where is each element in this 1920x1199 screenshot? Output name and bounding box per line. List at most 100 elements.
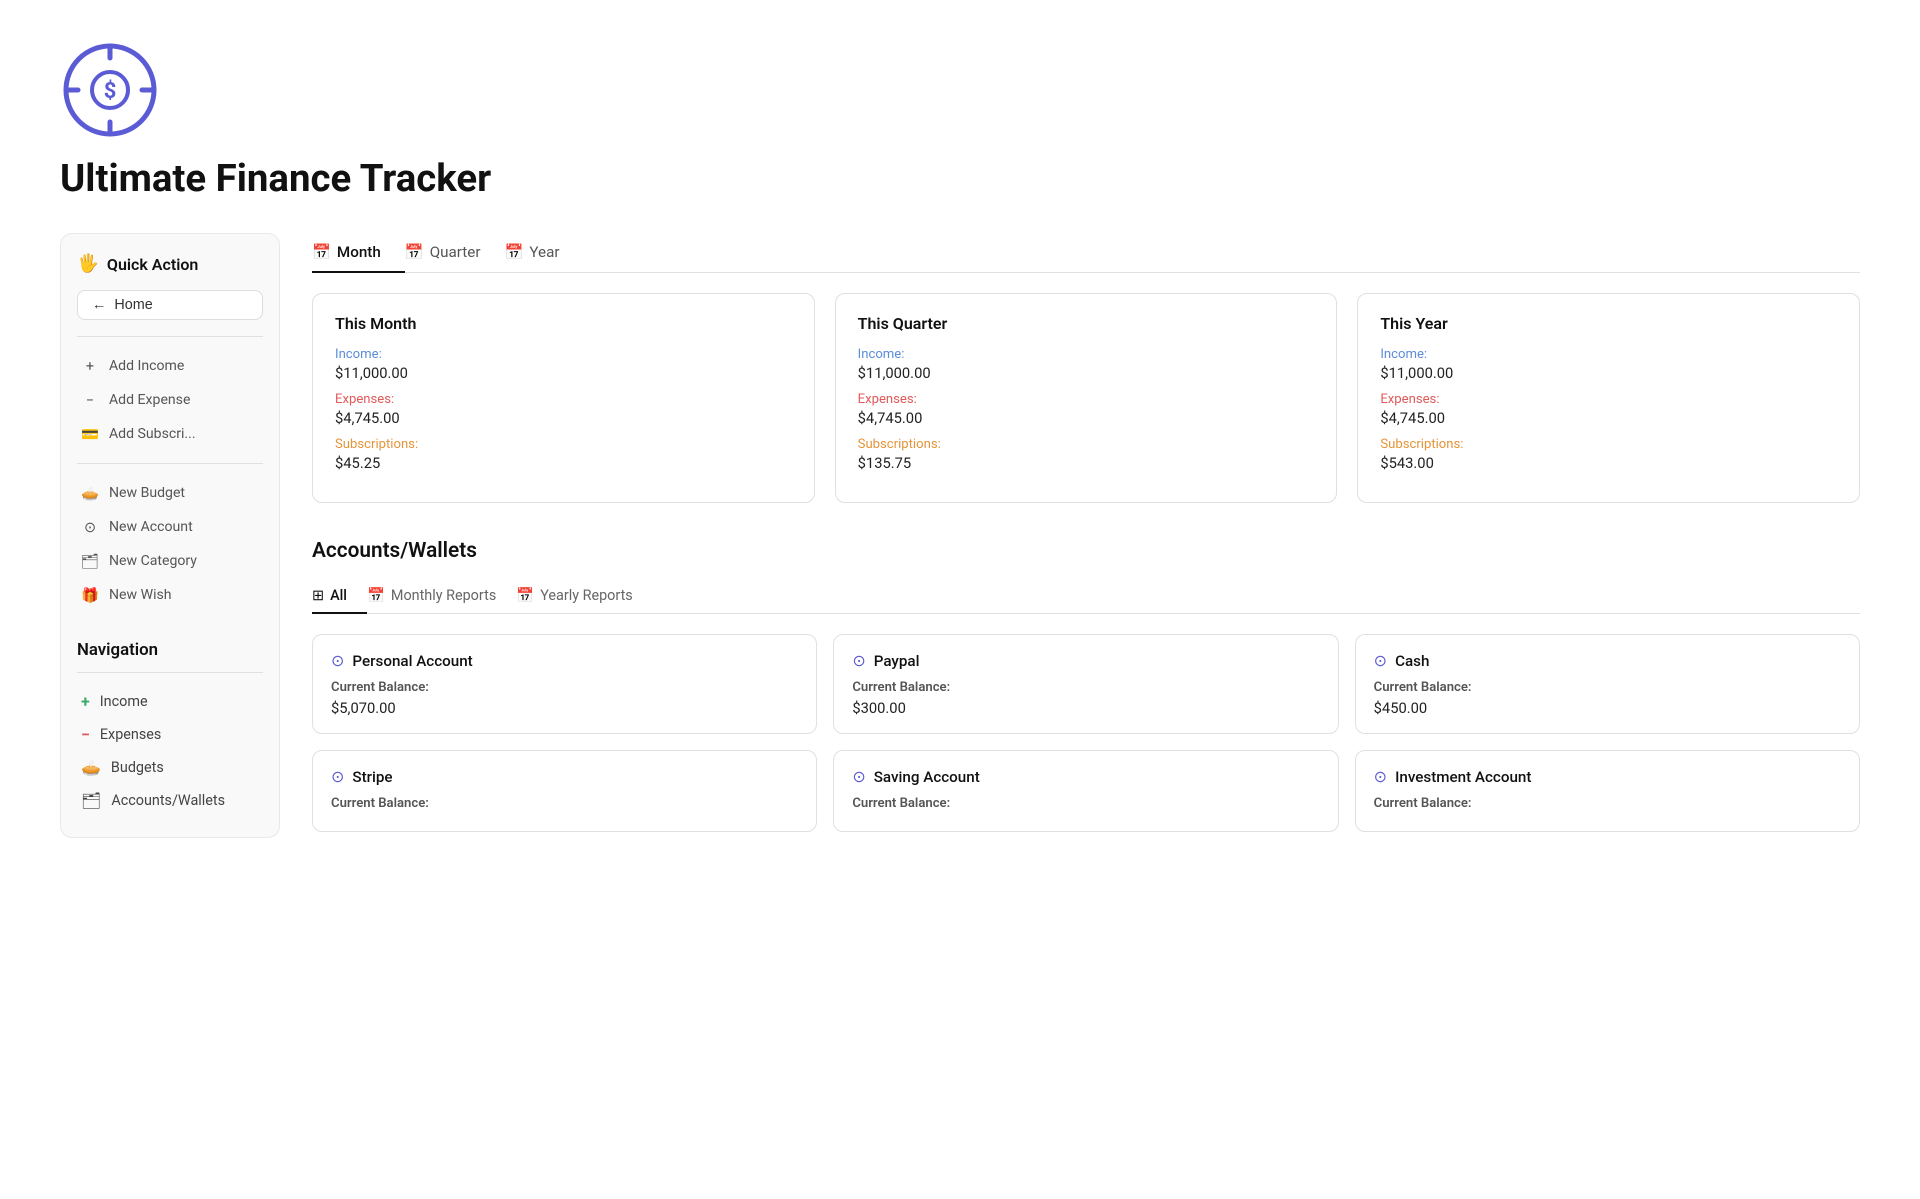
year-expenses-value: $4,745.00 <box>1380 409 1837 427</box>
stripe-balance-label: Current Balance: <box>331 796 798 811</box>
personal-account-label: Personal Account <box>352 652 472 670</box>
home-label: Home <box>114 297 152 313</box>
accounts-wallets-icon: 🗂 <box>81 791 101 810</box>
sidebar-item-expenses[interactable]: − Expenses <box>77 718 263 751</box>
sidebar-item-income[interactable]: + Income <box>77 685 263 718</box>
year-income-label: Income: <box>1380 347 1837 362</box>
quarter-subscriptions-value: $135.75 <box>858 454 1315 472</box>
add-income-label: Add Income <box>109 358 184 374</box>
paypal-balance-value: $300.00 <box>852 699 1319 717</box>
add-expense-action[interactable]: − Add Expense <box>77 383 263 417</box>
year-subscriptions-value: $543.00 <box>1380 454 1837 472</box>
tab-yearly-reports[interactable]: 📅 Yearly Reports <box>516 579 652 614</box>
this-month-card: This Month Income: $11,000.00 Expenses: … <box>312 293 815 503</box>
accounts-section-title: Accounts/Wallets <box>312 539 1860 563</box>
saving-account-icon: ⊙ <box>852 767 865 786</box>
add-income-action[interactable]: + Add Income <box>77 349 263 383</box>
this-month-title: This Month <box>335 314 792 333</box>
period-cards: This Month Income: $11,000.00 Expenses: … <box>312 293 1860 503</box>
period-tabs: 📅 Month 📅 Quarter 📅 Year <box>312 233 1860 273</box>
cash-account-label: Cash <box>1395 652 1429 670</box>
navigation-section: Navigation + Income − Expenses 🥧 Budgets… <box>77 640 263 817</box>
quarter-expenses-value: $4,745.00 <box>858 409 1315 427</box>
investment-balance-label: Current Balance: <box>1374 796 1841 811</box>
stripe-account-icon: ⊙ <box>331 767 344 786</box>
navigation-title: Navigation <box>77 640 263 660</box>
account-card-investment: ⊙ Investment Account Current Balance: <box>1355 750 1860 832</box>
home-button[interactable]: ← Home <box>77 290 263 320</box>
sidebar-divider-1 <box>77 336 263 337</box>
account-card-stripe: ⊙ Stripe Current Balance: <box>312 750 817 832</box>
add-subscription-action[interactable]: 💳 Add Subscri... <box>77 417 263 451</box>
all-accounts-grid-icon: ⊞ <box>312 587 324 604</box>
this-quarter-card: This Quarter Income: $11,000.00 Expenses… <box>835 293 1338 503</box>
new-budget-icon: 🥧 <box>81 484 99 502</box>
saving-account-name: ⊙ Saving Account <box>852 767 1319 786</box>
income-nav-label: Income <box>100 693 148 710</box>
cash-account-name: ⊙ Cash <box>1374 651 1841 670</box>
sidebar-item-accounts-wallets[interactable]: 🗂 Accounts/Wallets <box>77 784 263 817</box>
account-card-personal: ⊙ Personal Account Current Balance: $5,0… <box>312 634 817 734</box>
finance-tracker-logo: $ <box>60 40 160 140</box>
new-wish-action[interactable]: 🎁 New Wish <box>77 578 263 612</box>
quarter-tab-label: Quarter <box>430 243 481 261</box>
personal-account-icon: ⊙ <box>331 651 344 670</box>
year-calendar-icon: 📅 <box>504 243 523 261</box>
account-card-cash: ⊙ Cash Current Balance: $450.00 <box>1355 634 1860 734</box>
sidebar-divider-2 <box>77 463 263 464</box>
quick-action-icon: 🖐 <box>77 254 99 274</box>
add-expense-icon: − <box>81 391 99 409</box>
quarter-subscriptions-label: Subscriptions: <box>858 437 1315 452</box>
sidebar: 🖐 Quick Action ← Home + Add Income − Add… <box>60 233 280 838</box>
new-account-action[interactable]: ⊙ New Account <box>77 510 263 544</box>
year-tab-label: Year <box>529 243 559 261</box>
main-layout: 🖐 Quick Action ← Home + Add Income − Add… <box>60 233 1860 838</box>
tab-year[interactable]: 📅 Year <box>504 233 583 273</box>
home-arrow-icon: ← <box>92 297 106 313</box>
quick-action-header: 🖐 Quick Action <box>77 254 263 274</box>
investment-account-icon: ⊙ <box>1374 767 1387 786</box>
investment-account-name: ⊙ Investment Account <box>1374 767 1841 786</box>
cash-balance-label: Current Balance: <box>1374 680 1841 695</box>
svg-text:$: $ <box>104 79 117 104</box>
account-card-paypal: ⊙ Paypal Current Balance: $300.00 <box>833 634 1338 734</box>
tab-month[interactable]: 📅 Month <box>312 233 405 273</box>
personal-balance-label: Current Balance: <box>331 680 798 695</box>
stripe-account-label: Stripe <box>352 768 392 786</box>
year-subscriptions-label: Subscriptions: <box>1380 437 1837 452</box>
month-expenses-label: Expenses: <box>335 392 792 407</box>
this-year-card: This Year Income: $11,000.00 Expenses: $… <box>1357 293 1860 503</box>
add-expense-label: Add Expense <box>109 392 190 408</box>
quick-action-title: Quick Action <box>107 255 198 274</box>
new-category-icon: 🗂 <box>81 552 99 570</box>
tab-all-accounts[interactable]: ⊞ All <box>312 579 367 614</box>
new-category-action[interactable]: 🗂 New Category <box>77 544 263 578</box>
logo-area: $ Ultimate Finance Tracker <box>60 40 1860 201</box>
accounts-wallets-nav-label: Accounts/Wallets <box>111 792 225 809</box>
tab-quarter[interactable]: 📅 Quarter <box>405 233 505 273</box>
this-quarter-title: This Quarter <box>858 314 1315 333</box>
budgets-icon: 🥧 <box>81 758 101 777</box>
add-income-icon: + <box>81 357 99 375</box>
stripe-account-name: ⊙ Stripe <box>331 767 798 786</box>
new-budget-action[interactable]: 🥧 New Budget <box>77 476 263 510</box>
expenses-nav-label: Expenses <box>100 726 161 743</box>
all-accounts-label: All <box>330 587 347 604</box>
yearly-reports-label: Yearly Reports <box>540 587 633 604</box>
year-expenses-label: Expenses: <box>1380 392 1837 407</box>
month-income-label: Income: <box>335 347 792 362</box>
tab-monthly-reports[interactable]: 📅 Monthly Reports <box>367 579 516 614</box>
paypal-balance-label: Current Balance: <box>852 680 1319 695</box>
monthly-reports-label: Monthly Reports <box>391 587 496 604</box>
year-income-value: $11,000.00 <box>1380 364 1837 382</box>
sidebar-item-budgets[interactable]: 🥧 Budgets <box>77 751 263 784</box>
account-card-saving: ⊙ Saving Account Current Balance: <box>833 750 1338 832</box>
new-wish-icon: 🎁 <box>81 586 99 604</box>
month-tab-label: Month <box>337 243 381 261</box>
investment-account-label: Investment Account <box>1395 768 1531 786</box>
accounts-grid: ⊙ Personal Account Current Balance: $5,0… <box>312 634 1860 832</box>
saving-balance-label: Current Balance: <box>852 796 1319 811</box>
accounts-tabs: ⊞ All 📅 Monthly Reports 📅 Yearly Reports <box>312 579 1860 614</box>
paypal-account-icon: ⊙ <box>852 651 865 670</box>
quarter-income-label: Income: <box>858 347 1315 362</box>
